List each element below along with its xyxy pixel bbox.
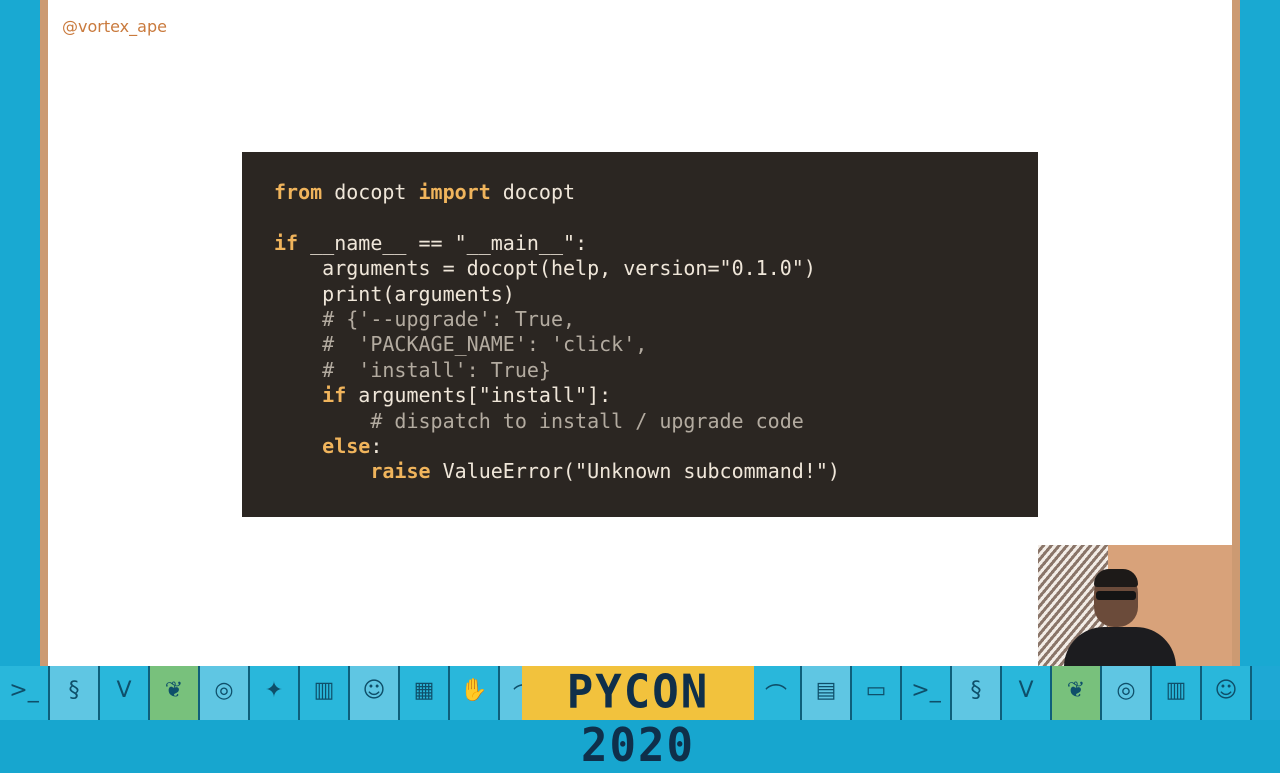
code-token: # 'install': True} (274, 357, 551, 382)
banner-pattern-right: ⌒ ▤ ▭ >_ § V ❦ ◎ ▥ ☺ (752, 666, 1252, 720)
banner-tile: ⌒ (752, 666, 802, 720)
code-line: arguments = docopt(help, version="0.1.0"… (274, 256, 816, 280)
banner-tile: >_ (0, 666, 50, 720)
code-token: # {'--upgrade': True, (274, 307, 576, 332)
left-border (0, 0, 40, 666)
banner-tile: ▭ (852, 666, 902, 720)
banner-tile: ✦ (250, 666, 300, 720)
code-token: arguments = docopt(help, version= (274, 256, 720, 281)
code-token: "0.1.0" (719, 256, 804, 281)
stage-icon: ▤ (815, 678, 837, 703)
banner-tile: ❦ (150, 666, 200, 720)
banner-tile: V (1002, 666, 1052, 720)
hand-icon: ✋ (460, 678, 488, 703)
code-listing: from docopt import docopt if __name__ ==… (274, 180, 840, 485)
banner-tile: >_ (902, 666, 952, 720)
code-token: import (418, 180, 491, 204)
code-token: "Unknown subcommand!" (575, 459, 828, 484)
terminal-icon: >_ (911, 678, 941, 703)
code-line: # {'--upgrade': True, (274, 307, 575, 331)
code-line: # 'PACKAGE_NAME': 'click', (274, 332, 647, 356)
right-border-accent (1232, 0, 1240, 666)
code-token: if (274, 230, 299, 255)
pycon-logo: PYCON 2020 (522, 665, 754, 773)
window-icon: ▭ (865, 678, 887, 703)
code-token: "install" (478, 383, 588, 408)
code-token: "__main__" (454, 230, 576, 255)
banner-tile: § (952, 666, 1002, 720)
code-token: # dispatch to install / upgrade code (274, 408, 804, 433)
banner-tile: ❦ (1052, 666, 1102, 720)
circle-icon: ◎ (214, 678, 234, 703)
code-line: if arguments["install"]: (274, 383, 611, 407)
right-border (1240, 0, 1280, 666)
banner-tile: ☺ (350, 666, 400, 720)
code-token: : (370, 434, 383, 459)
code-token: __name__ == (298, 230, 455, 255)
code-token: from (274, 180, 323, 204)
robot-icon: ☺ (362, 678, 386, 703)
code-token: if (322, 383, 347, 408)
banner-tile: ◎ (200, 666, 250, 720)
speaker-hair (1094, 569, 1138, 587)
v-icon: V (1018, 678, 1034, 703)
code-token: : (575, 230, 588, 255)
banner-tile: ▤ (802, 666, 852, 720)
banner-tile: ▥ (1152, 666, 1202, 720)
code-token: ) (827, 459, 840, 484)
code-line: else: (274, 434, 382, 458)
snake-icon: § (68, 678, 80, 703)
code-line: # dispatch to install / upgrade code (274, 408, 804, 433)
code-token: ValueError( (430, 459, 576, 484)
code-token: ) (803, 256, 816, 281)
banner-tile: ▥ (300, 666, 350, 720)
bridge-icon: ⌒ (764, 684, 787, 709)
code-block: from docopt import docopt if __name__ ==… (242, 152, 1038, 517)
left-border-accent (40, 0, 48, 666)
code-token: docopt (490, 180, 576, 204)
v-icon: V (116, 678, 132, 703)
code-token: docopt (322, 180, 419, 204)
code-line: from docopt import docopt (274, 180, 575, 204)
terminal-icon: >_ (9, 678, 39, 703)
robot-icon: ☺ (1214, 678, 1238, 703)
code-token: else (322, 434, 371, 459)
code-line: if __name__ == "__main__": (274, 231, 587, 255)
speaker-webcam (1038, 545, 1232, 666)
banner-tile: § (50, 666, 100, 720)
code-line: # 'install': True} (274, 358, 551, 382)
leaf-icon: ❦ (1066, 678, 1086, 703)
code-token: ]: (587, 383, 612, 408)
code-line: raise ValueError("Unknown subcommand!") (274, 459, 840, 483)
speaker-handle: @vortex_ape (62, 17, 167, 36)
bars-icon: ▥ (313, 678, 335, 703)
banner-tile: ☺ (1202, 666, 1252, 720)
code-token: print(arguments) (274, 281, 515, 306)
code-token: # 'PACKAGE_NAME': 'click', (274, 332, 648, 357)
sparkle-icon: ✦ (264, 678, 284, 703)
banner-tile: ◎ (1102, 666, 1152, 720)
pycon-logo-text: PYCON 2020 (566, 665, 710, 773)
leaf-icon: ❦ (164, 678, 184, 703)
banner-tile: V (100, 666, 150, 720)
code-line: print(arguments) (274, 282, 515, 306)
code-token: raise (370, 459, 431, 484)
circle-icon: ◎ (1116, 678, 1136, 703)
banner-pattern-left: >_§V❦◎✦▥☺▦✋⌒ (0, 666, 550, 720)
code-token: arguments[ (346, 383, 479, 408)
speaker-glasses (1096, 591, 1136, 600)
snake-icon: § (970, 678, 982, 703)
banner-tile: ▦ (400, 666, 450, 720)
bars-icon: ▥ (1165, 678, 1187, 703)
banner-tile: ✋ (450, 666, 500, 720)
chip-icon: ▦ (413, 678, 435, 703)
